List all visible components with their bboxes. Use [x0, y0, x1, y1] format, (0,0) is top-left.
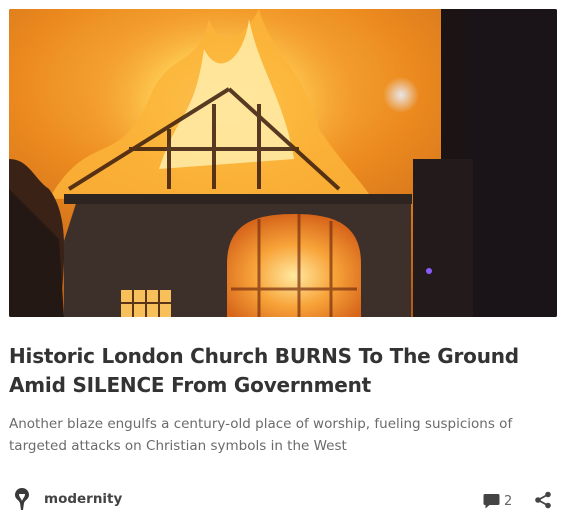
- post-subtitle: Another blaze engulfs a century-old plac…: [9, 416, 513, 454]
- comment-bubble-icon: [483, 493, 500, 508]
- post-footer: modernity 2: [9, 483, 557, 514]
- avatar-icon: [9, 486, 35, 512]
- comments-button[interactable]: 2: [483, 490, 512, 512]
- comment-count: 2: [504, 493, 513, 509]
- share-button[interactable]: [534, 491, 554, 511]
- author-link[interactable]: modernity: [9, 485, 122, 513]
- post-title[interactable]: Historic London Church BURNS To The Grou…: [9, 342, 557, 400]
- post-hero-image[interactable]: [9, 9, 557, 317]
- author-name[interactable]: modernity: [44, 491, 122, 507]
- share-icon: [535, 491, 551, 509]
- post-card[interactable]: Historic London Church BURNS To The Grou…: [0, 0, 564, 514]
